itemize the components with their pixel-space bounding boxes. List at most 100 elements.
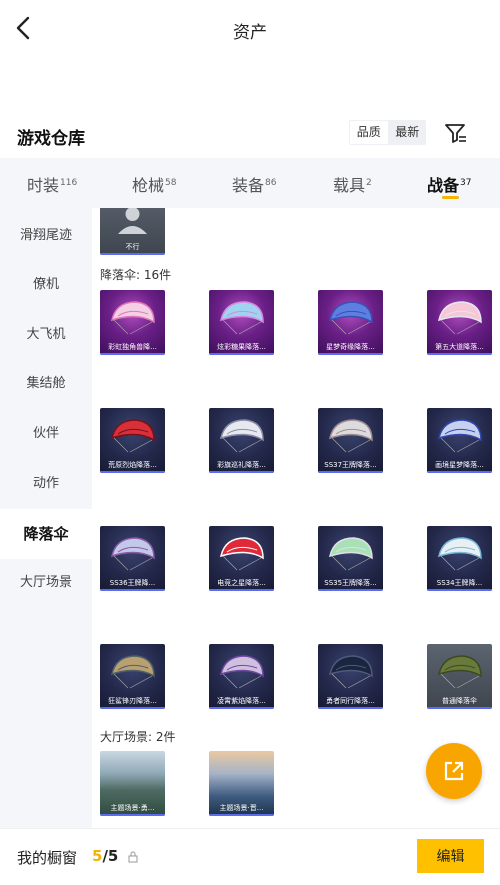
section-heading: 大厅场景: 2件 (100, 730, 176, 744)
sort-latest-button[interactable]: 最新 (389, 121, 427, 144)
tab-equipment[interactable]: 装备86 (232, 172, 276, 196)
parachute-icon (437, 419, 482, 453)
item-card[interactable]: SS35王牌降落... (318, 526, 383, 591)
tab-count: 86 (265, 178, 277, 188)
parachute-icon (219, 419, 264, 453)
tab-label: 载具 (333, 176, 366, 195)
share-icon (444, 761, 464, 781)
sort-quality-button[interactable]: 品质 (350, 121, 388, 144)
sidebar-item-glide-trail[interactable]: 滑翔尾迹 (0, 211, 92, 261)
section-heading: 降落伞: 16件 (100, 268, 172, 282)
item-caption: 凌霄紫焰降落... (217, 697, 266, 705)
sidebar-item-lobby-scene[interactable]: 大厅场景 (0, 558, 92, 608)
active-tab-indicator (442, 196, 459, 199)
item-caption: 星梦奇缘降落... (326, 343, 375, 351)
tab-battle-gear[interactable]: 战备37 (427, 172, 471, 196)
item-caption: 不行 (125, 243, 140, 251)
parachute-icon (328, 537, 373, 571)
tab-label: 时装 (27, 176, 60, 195)
item-caption: 画境星梦降落... (435, 461, 484, 469)
item-card[interactable]: 电竞之星降落... (209, 526, 274, 591)
item-caption: 电竞之星降落... (217, 579, 266, 587)
rarity-bar (427, 707, 492, 709)
tab-fashion[interactable]: 时装116 (27, 172, 77, 196)
parachute-icon (219, 537, 264, 571)
item-card[interactable]: 星梦奇缘降落... (318, 290, 383, 355)
item-caption: SS34王牌降... (436, 579, 483, 587)
parachute-icon (437, 537, 482, 571)
item-card[interactable]: 普通降落伞 (427, 644, 492, 709)
parachute-icon (328, 419, 373, 453)
warehouse-header: 游戏仓库 品质 最新 (0, 118, 500, 158)
rarity-bar (100, 253, 165, 255)
item-card[interactable]: 主题场景·晋... (209, 751, 274, 816)
rarity-bar (427, 471, 492, 473)
item-card[interactable]: SS36王牌降... (100, 526, 165, 591)
parachute-icon (437, 655, 482, 689)
rarity-bar (427, 589, 492, 591)
share-button[interactable] (426, 743, 482, 799)
item-card[interactable]: 荒原烈焰降落... (100, 408, 165, 473)
parachute-icon (219, 301, 264, 335)
showcase-label: 我的橱窗 (17, 849, 78, 867)
parachute-icon (110, 655, 155, 689)
item-caption: 炫彩糖果降落... (217, 343, 266, 351)
parachute-icon (110, 537, 155, 571)
rarity-bar (209, 707, 274, 709)
item-card[interactable]: 彩虹独角兽降... (100, 290, 165, 355)
item-card[interactable]: 凌霄紫焰降落... (209, 644, 274, 709)
rarity-bar (209, 471, 274, 473)
item-caption: 荒原烈焰降落... (108, 461, 157, 469)
item-card[interactable]: SS34王牌降... (427, 526, 492, 591)
item-caption: 狂鲨锋刃降落... (108, 697, 157, 705)
showcase-count: 5/5 (92, 847, 118, 865)
page-title: 资产 (233, 23, 267, 43)
sidebar-item-wingman[interactable]: 僚机 (0, 260, 92, 310)
rarity-bar (209, 589, 274, 591)
parachute-icon (328, 655, 373, 689)
item-caption: 第五大道降落... (435, 343, 484, 351)
rarity-bar (100, 707, 165, 709)
item-caption: SS35王牌降落... (324, 579, 377, 587)
tab-label: 装备 (232, 176, 265, 195)
tab-label: 战备 (427, 176, 460, 195)
sidebar-item-parachute[interactable]: 降落伞 (0, 509, 92, 559)
tab-vehicles[interactable]: 载具2 (333, 172, 372, 196)
item-card[interactable]: 不行 (100, 208, 165, 255)
sidebar-item-partner[interactable]: 伙伴 (0, 409, 92, 459)
item-caption: 彩虹独角兽降... (108, 343, 157, 351)
tab-count: 37 (460, 178, 472, 188)
item-caption: 主题场景·勇... (110, 804, 155, 812)
item-card[interactable]: SS37王牌降落... (318, 408, 383, 473)
item-caption: 彩旗巡礼降落... (217, 461, 266, 469)
item-caption: 勇者同行降落... (326, 697, 375, 705)
item-caption: 主题场景·晋... (219, 804, 264, 812)
item-card[interactable]: 第五大道降落... (427, 290, 492, 355)
avatar-icon (118, 208, 147, 234)
rarity-bar (100, 353, 165, 355)
item-card[interactable]: 狂鲨锋刃降落... (100, 644, 165, 709)
item-card[interactable]: 画境星梦降落... (427, 408, 492, 473)
sidebar-item-emote[interactable]: 动作 (0, 459, 92, 509)
rarity-bar (318, 471, 383, 473)
item-caption: SS37王牌降落... (324, 461, 377, 469)
parachute-icon (219, 655, 264, 689)
showcase-total: /5 (102, 847, 119, 865)
rarity-bar (100, 814, 165, 816)
rarity-bar (318, 589, 383, 591)
item-grid: 不行 降落伞: 16件 彩虹独角兽降... 炫彩糖果降落... 星梦奇缘降落... 第… (92, 208, 500, 828)
item-card[interactable]: 炫彩糖果降落... (209, 290, 274, 355)
rarity-bar (427, 353, 492, 355)
item-card[interactable]: 彩旗巡礼降落... (209, 408, 274, 473)
item-card[interactable]: 主题场景·勇... (100, 751, 165, 816)
category-tabs: 时装116 枪械58 装备86 载具2 战备37 (0, 158, 500, 208)
sidebar-item-big-plane[interactable]: 大飞机 (0, 310, 92, 360)
tab-weapons[interactable]: 枪械58 (132, 172, 176, 196)
edit-button[interactable]: 编辑 (417, 839, 484, 873)
top-bar: 资产 (0, 0, 500, 58)
sidebar-item-rally-pod[interactable]: 集结舱 (0, 359, 92, 409)
tab-label: 枪械 (132, 176, 165, 195)
item-caption: 普通降落伞 (442, 697, 477, 705)
filter-icon[interactable] (444, 122, 468, 144)
item-card[interactable]: 勇者同行降落... (318, 644, 383, 709)
